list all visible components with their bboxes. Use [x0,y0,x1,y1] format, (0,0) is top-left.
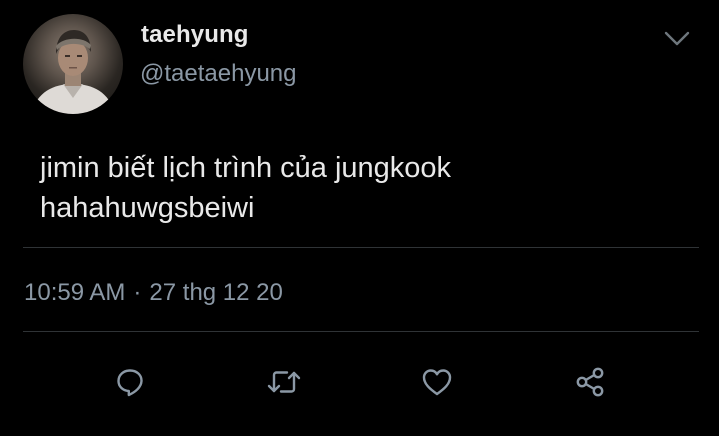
chevron-down-icon [664,31,690,46]
avatar[interactable] [23,14,123,114]
heart-icon [422,369,452,396]
share-icon [576,367,604,397]
retweet-icon [267,371,301,393]
share-button[interactable] [566,358,614,406]
action-bar [0,358,719,408]
tweet-meta: 10:59 AM · 27 thg 12 20 [24,279,283,307]
tweet-text: jimin biết lịch trình của jungkook hahah… [40,152,452,224]
tweet-date[interactable]: 27 thg 12 20 [149,279,282,307]
reply-button[interactable] [106,358,154,406]
display-name[interactable]: taehyung [141,21,248,49]
like-button[interactable] [413,358,461,406]
tweet-time[interactable]: 10:59 AM [24,279,125,307]
avatar-photo [31,30,115,114]
reply-icon [117,369,143,397]
user-handle[interactable]: @taetaehyung [140,60,296,88]
retweet-button[interactable] [260,358,308,406]
divider [23,247,699,248]
meta-separator: · [133,279,142,306]
tweet-detail: taehyung @taetaehyung jimin biết lịch tr… [0,0,719,436]
more-options-button[interactable] [660,26,694,52]
divider [23,331,699,332]
